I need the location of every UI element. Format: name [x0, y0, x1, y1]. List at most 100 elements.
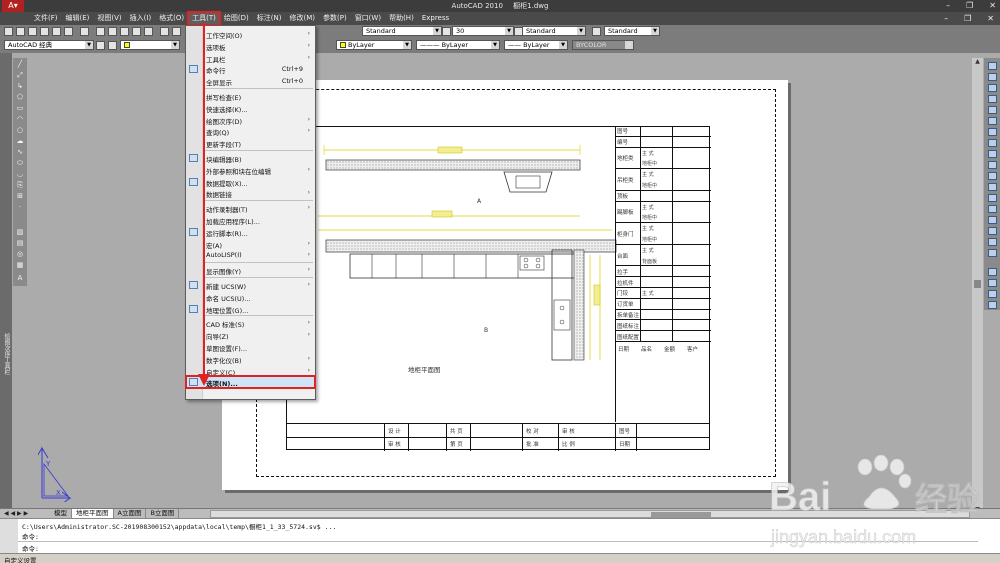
join-icon[interactable] [988, 205, 997, 213]
draw-order-back-icon[interactable] [988, 279, 997, 287]
save-icon[interactable] [28, 27, 37, 36]
doc-restore-icon[interactable]: ❐ [964, 12, 971, 25]
spline-icon[interactable]: ∿ [15, 148, 25, 157]
copy-object-icon[interactable] [988, 73, 997, 81]
layer-manager-icon[interactable] [108, 41, 117, 50]
menu-4[interactable]: 格式(O) [155, 12, 188, 25]
layer-select[interactable]: ▼ [120, 40, 180, 50]
trim-icon[interactable] [988, 161, 997, 169]
hatch-icon[interactable]: ▨ [15, 228, 25, 237]
command-input[interactable]: 命令: [22, 543, 39, 553]
menu-10[interactable]: 窗口(W) [351, 12, 385, 25]
insert-block-icon[interactable]: ⎘ [15, 181, 25, 190]
line-icon[interactable]: ╱ [15, 60, 25, 69]
scale-select[interactable]: 30 ▼ [452, 26, 514, 36]
menu-12[interactable]: Express [418, 12, 453, 25]
polyline-icon[interactable]: ↳ [15, 82, 25, 91]
vertical-scrollbar[interactable]: ▲ ▼ [972, 58, 983, 518]
menu-9[interactable]: 参数(P) [319, 12, 351, 25]
menu-11[interactable]: 帮助(H) [385, 12, 418, 25]
workspace-settings-icon[interactable] [96, 41, 105, 50]
construction-line-icon[interactable]: ⤢ [15, 71, 25, 80]
explode-icon[interactable] [988, 249, 997, 257]
multiline-text-icon[interactable]: A [15, 274, 25, 283]
table-style-icon[interactable] [592, 27, 601, 36]
close-icon[interactable]: ✕ [989, 0, 996, 12]
layout-tab-0[interactable]: 模型 [50, 509, 72, 518]
chamfer-icon[interactable] [988, 216, 997, 224]
maximize-icon[interactable]: ❐ [966, 0, 973, 12]
polygon-icon[interactable]: ⬠ [15, 93, 25, 102]
hscroll-thumb[interactable] [651, 512, 711, 517]
3d-dwf-icon[interactable] [80, 27, 89, 36]
workspace-select[interactable]: AutoCAD 经典 ▼ [4, 40, 94, 50]
block-editor-icon[interactable] [144, 27, 153, 36]
arc-icon[interactable]: ◠ [15, 115, 25, 124]
undo-icon[interactable] [160, 27, 169, 36]
cut-icon[interactable] [96, 27, 105, 36]
table-style-select[interactable]: Standard ▼ [604, 26, 660, 36]
ellipse-icon[interactable]: ⬭ [15, 159, 25, 168]
color-select[interactable]: ByLayer ▼ [336, 40, 412, 50]
ellipse-arc-icon[interactable]: ◡ [15, 170, 25, 179]
point-icon[interactable]: · [15, 203, 25, 212]
publish-icon[interactable] [64, 27, 73, 36]
tab-nav-arrows[interactable]: ◀ ◀ ▶ ▶ [4, 509, 28, 518]
make-block-icon[interactable]: ⊞ [15, 192, 25, 201]
command-window-handle[interactable] [0, 519, 18, 554]
circle-icon[interactable]: ○ [15, 126, 25, 135]
draw-order-front-icon[interactable] [988, 268, 997, 276]
scale-icon[interactable] [988, 139, 997, 147]
offset-icon[interactable] [988, 95, 997, 103]
rectangle-icon[interactable]: ▭ [15, 104, 25, 113]
copy-icon[interactable] [108, 27, 117, 36]
region-icon[interactable]: ◎ [15, 250, 25, 259]
dim-style-icon[interactable] [442, 27, 451, 36]
open-icon[interactable] [16, 27, 25, 36]
gradient-icon[interactable]: ▤ [15, 239, 25, 248]
paste-icon[interactable] [120, 27, 129, 36]
drawing-canvas[interactable]: A B 地柜平面图 图号 编号 地柜类 主 式 地柜中 吊柜类 主 式 地柜中 … [28, 58, 972, 508]
draw-order-under-icon[interactable] [988, 301, 997, 309]
new-icon[interactable] [4, 27, 13, 36]
text-style-select[interactable]: Standard ▼ [362, 26, 442, 36]
draw-order-above-icon[interactable] [988, 290, 997, 298]
scroll-up-icon[interactable]: ▲ [972, 58, 983, 66]
table-icon[interactable]: ▦ [15, 261, 25, 270]
stretch-icon[interactable] [988, 150, 997, 158]
revision-cloud-icon[interactable]: ☁ [15, 137, 25, 146]
menu-2[interactable]: 视图(V) [93, 12, 125, 25]
redo-icon[interactable] [172, 27, 181, 36]
erase-icon[interactable] [988, 62, 997, 70]
menu-8[interactable]: 修改(M) [285, 12, 319, 25]
layout-tab-3[interactable]: B立面图 [146, 509, 180, 518]
minimize-icon[interactable]: – [946, 0, 950, 12]
blend-icon[interactable] [988, 238, 997, 246]
scroll-thumb[interactable] [974, 280, 981, 288]
fillet-icon[interactable] [988, 227, 997, 235]
match-properties-icon[interactable] [132, 27, 141, 36]
doc-minimize-icon[interactable]: – [944, 12, 948, 25]
break-at-point-icon[interactable] [988, 183, 997, 191]
rotate-icon[interactable] [988, 128, 997, 136]
move-icon[interactable] [988, 117, 997, 125]
menu-6[interactable]: 绘图(D) [220, 12, 253, 25]
menu-3[interactable]: 插入(I) [126, 12, 156, 25]
plot-icon[interactable] [40, 27, 49, 36]
layout-tab-2[interactable]: A立面图 [114, 509, 147, 518]
document-title: 橱柜1.dwg [513, 2, 549, 10]
layout-tab-1[interactable]: 地柜平面图 [72, 509, 114, 518]
mirror-icon[interactable] [988, 84, 997, 92]
linetype-select[interactable]: ——— ByLayer ▼ [416, 40, 500, 50]
lineweight-select[interactable]: —— ByLayer ▼ [504, 40, 568, 50]
menu-0[interactable]: 文件(F) [30, 12, 62, 25]
doc-close-icon[interactable]: ✕ [987, 12, 994, 25]
plot-style-select[interactable]: BYCOLOR ▼ [572, 40, 634, 50]
extend-icon[interactable] [988, 172, 997, 180]
break-icon[interactable] [988, 194, 997, 202]
array-icon[interactable] [988, 106, 997, 114]
menu-7[interactable]: 标注(N) [253, 12, 286, 25]
dim-style-select[interactable]: Standard ▼ [522, 26, 586, 36]
plot-preview-icon[interactable] [52, 27, 61, 36]
menu-1[interactable]: 编辑(E) [62, 12, 94, 25]
